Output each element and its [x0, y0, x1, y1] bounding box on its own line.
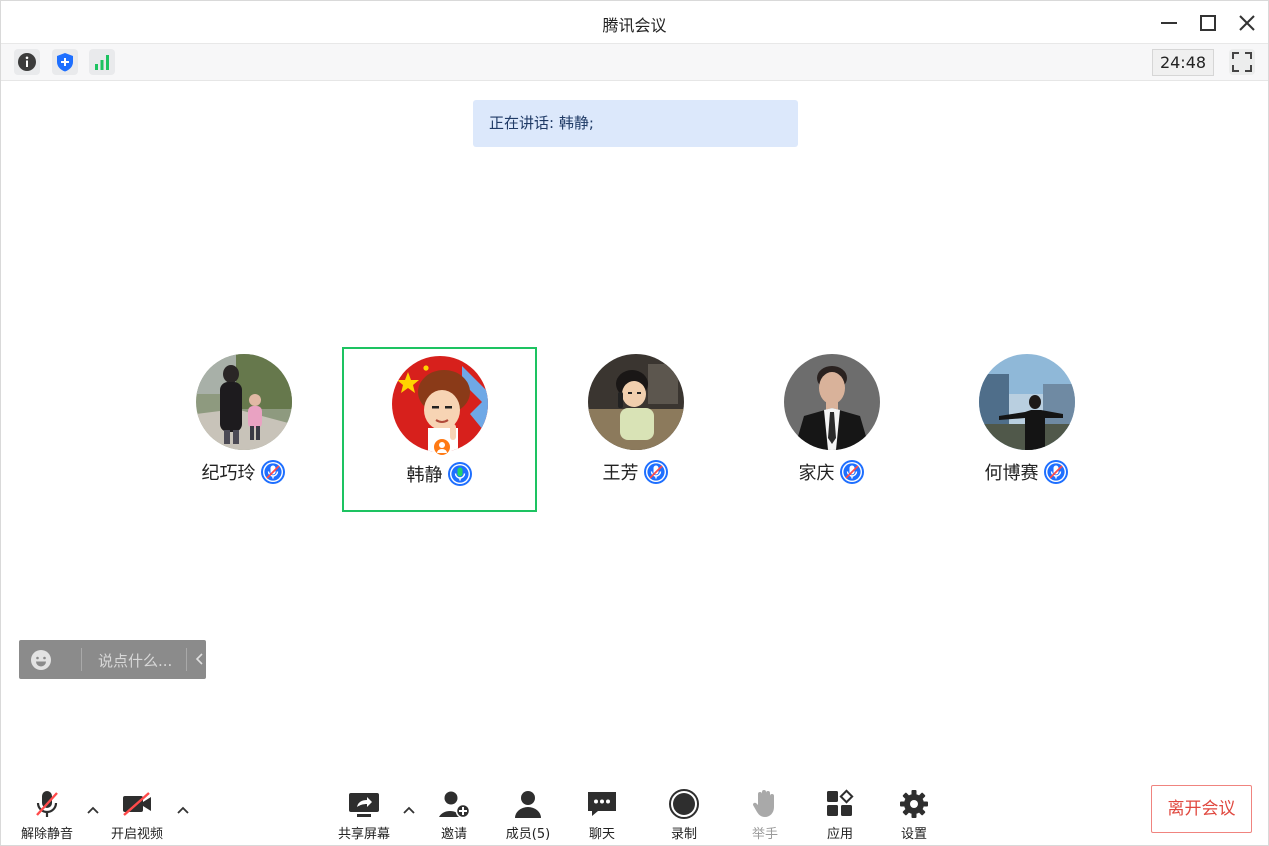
mic-speaking-icon — [447, 462, 472, 486]
leave-meeting-button[interactable]: 离开会议 — [1151, 785, 1252, 833]
gear-icon — [900, 790, 928, 818]
share-screen-button[interactable]: 共享屏幕 — [329, 781, 399, 845]
participant-tile[interactable]: 何博赛 — [929, 347, 1124, 512]
speaking-indicator: 正在讲话: 韩静; — [473, 100, 798, 147]
participant-tile[interactable]: 家庆 — [734, 347, 929, 512]
participant-tile-active[interactable]: 韩静 — [342, 347, 537, 512]
info-icon — [18, 53, 36, 71]
invite-button[interactable]: 邀请 — [419, 781, 489, 845]
info-bar: 24:48 — [1, 43, 1268, 81]
mic-off-icon — [36, 791, 58, 817]
meeting-info-button[interactable] — [14, 49, 40, 75]
settings-label: 设置 — [900, 827, 927, 842]
maximize-icon[interactable] — [1196, 11, 1220, 35]
host-badge-icon — [432, 437, 452, 457]
members-icon — [515, 791, 541, 818]
security-button[interactable] — [52, 49, 78, 75]
mic-muted-icon — [839, 460, 864, 484]
raise-hand-button[interactable]: 举手 — [730, 781, 800, 845]
chevron-up-icon[interactable] — [86, 805, 100, 815]
avatar — [195, 354, 292, 450]
window-title: 腾讯会议 — [602, 16, 667, 35]
participant-tile[interactable]: 王芳 — [538, 347, 733, 512]
participant-name: 纪巧玲 — [201, 463, 256, 484]
share-screen-label: 共享屏幕 — [337, 827, 390, 842]
add-user-icon — [439, 791, 470, 819]
record-label: 录制 — [670, 827, 697, 842]
members-button[interactable]: 成员(5) — [493, 781, 563, 845]
title-bar: 腾讯会议 — [1, 1, 1268, 43]
participant-name: 何博赛 — [984, 463, 1039, 484]
meeting-timer: 24:48 — [1152, 49, 1214, 76]
settings-button[interactable]: 设置 — [879, 781, 949, 845]
chat-input-placeholder[interactable]: 说点什么... — [98, 650, 172, 671]
close-icon[interactable] — [1235, 11, 1259, 35]
participant-name: 王芳 — [602, 463, 639, 484]
mic-muted-icon — [260, 460, 285, 484]
apps-icon — [827, 789, 854, 816]
unmute-button[interactable]: 解除静音 — [12, 781, 82, 845]
divider — [186, 648, 187, 671]
chevron-up-icon[interactable] — [402, 805, 416, 815]
emoji-icon[interactable] — [30, 649, 52, 671]
chat-label: 聊天 — [588, 827, 615, 842]
record-button[interactable]: 录制 — [649, 781, 719, 845]
participant-name: 家庆 — [798, 463, 835, 484]
unmute-label: 解除静音 — [20, 827, 73, 842]
minimize-icon[interactable] — [1157, 11, 1181, 35]
avatar — [978, 354, 1075, 450]
hand-icon — [752, 790, 774, 817]
avatar — [587, 354, 684, 450]
signal-icon — [95, 55, 109, 70]
shield-icon — [57, 53, 73, 72]
chat-input-bar[interactable]: 说点什么... — [19, 640, 206, 679]
record-icon — [669, 789, 699, 819]
mic-muted-icon — [643, 460, 668, 484]
divider — [81, 648, 82, 671]
start-video-label: 开启视频 — [110, 827, 163, 842]
participant-tile[interactable]: 纪巧玲 — [146, 347, 341, 512]
participant-name: 韩静 — [406, 465, 443, 486]
network-button[interactable] — [89, 49, 115, 75]
chevron-up-icon[interactable] — [176, 805, 190, 815]
share-screen-icon — [349, 793, 379, 817]
avatar — [783, 354, 880, 450]
chat-button[interactable]: 聊天 — [567, 781, 637, 845]
fullscreen-icon — [1232, 52, 1252, 72]
fullscreen-button[interactable] — [1229, 49, 1255, 75]
meeting-window: 腾讯会议 24:48 正在讲话: 韩静; 纪巧玲 韩静 王芳 家庆 何博赛 说点… — [0, 0, 1269, 846]
chat-icon — [588, 792, 616, 816]
video-off-icon — [123, 792, 151, 816]
chevron-left-icon[interactable] — [194, 652, 204, 666]
apps-button[interactable]: 应用 — [805, 781, 875, 845]
bottom-toolbar: 解除静音 开启视频 共享屏幕 邀请 成员(5) 聊天 录制 举手 应用 设置 离… — [1, 781, 1268, 845]
mic-muted-icon — [1043, 460, 1068, 484]
start-video-button[interactable]: 开启视频 — [102, 781, 172, 845]
